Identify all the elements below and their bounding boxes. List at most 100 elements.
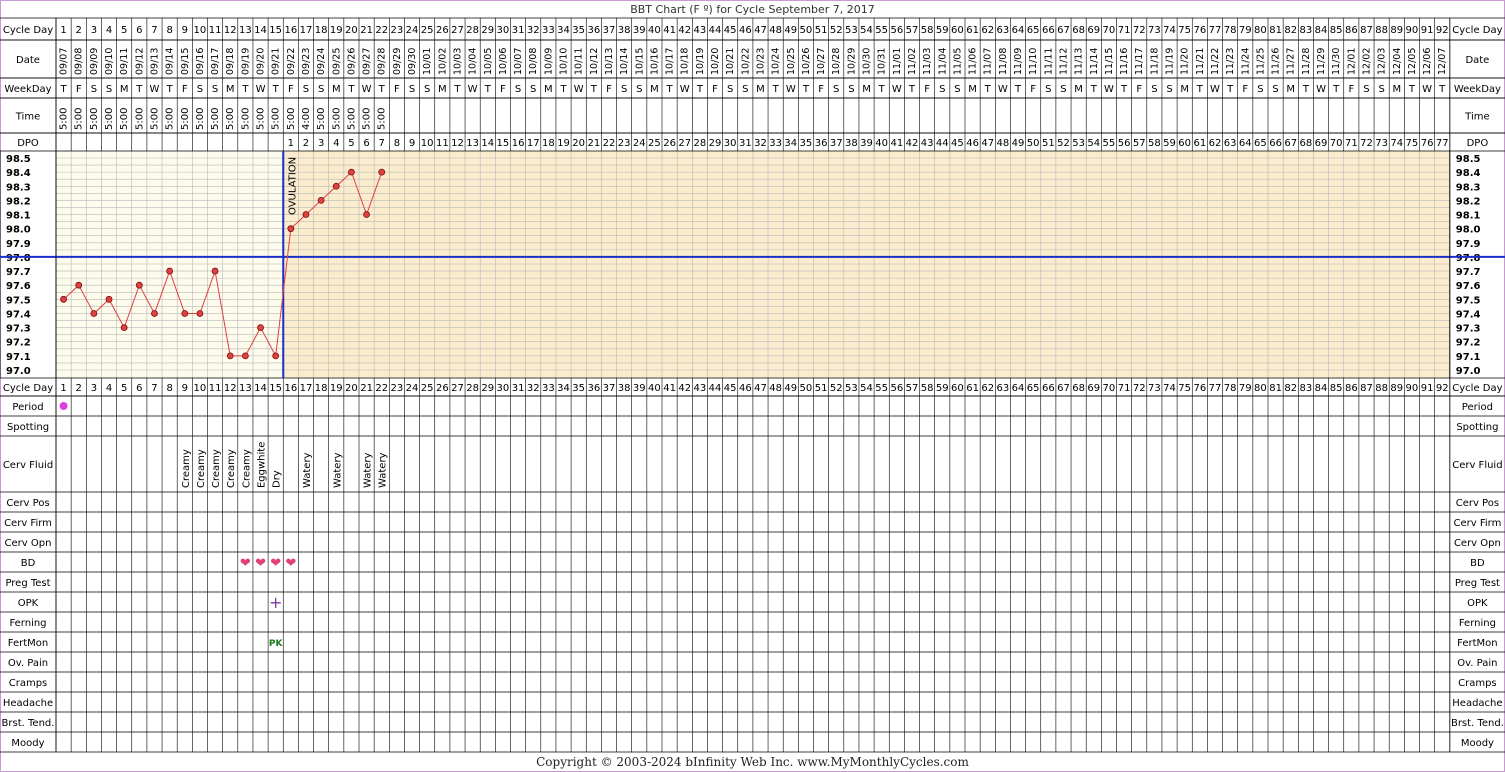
obs-label: Headache bbox=[3, 698, 53, 709]
time-tick: 5:00 bbox=[149, 108, 160, 130]
weekday-tick: F bbox=[1136, 84, 1142, 95]
date-tick: 12/04 bbox=[1392, 48, 1403, 75]
dpo-tick: 62 bbox=[1209, 138, 1222, 149]
dpo-tick: 13 bbox=[466, 138, 479, 149]
date-tick: 10/15 bbox=[634, 48, 645, 75]
cycle-day-number: 17 bbox=[300, 25, 313, 36]
cycle-day-label: Cycle Day bbox=[3, 383, 53, 394]
cycle-day-number: 74 bbox=[1163, 25, 1176, 36]
weekday-tick: F bbox=[924, 84, 930, 95]
weekday-tick: S bbox=[954, 84, 960, 95]
cycle-day-number: 29 bbox=[481, 25, 494, 36]
cycle-day-number: 52 bbox=[830, 383, 843, 394]
date-tick: 09/24 bbox=[316, 48, 327, 75]
date-tick: 10/03 bbox=[452, 48, 463, 75]
cycle-day-number: 72 bbox=[1133, 383, 1146, 394]
cycle-day-number: 71 bbox=[1118, 25, 1131, 36]
dpo-tick: 3 bbox=[318, 138, 324, 149]
cycle-day-number: 13 bbox=[239, 25, 252, 36]
cycle-day-number: 69 bbox=[1087, 383, 1100, 394]
cycle-day-number: 70 bbox=[1103, 25, 1116, 36]
date-tick: 10/23 bbox=[755, 48, 766, 75]
dpo-tick: 24 bbox=[633, 138, 646, 149]
dpo-tick: 14 bbox=[481, 138, 494, 149]
dpo-tick: 63 bbox=[1224, 138, 1237, 149]
cycle-day-number: 68 bbox=[1072, 383, 1085, 394]
cycle-day-number: 46 bbox=[739, 25, 752, 36]
dpo-tick: 70 bbox=[1330, 138, 1343, 149]
cycle-day-number: 78 bbox=[1224, 25, 1237, 36]
cerv-fluid-entry: Creamy bbox=[211, 449, 222, 488]
weekday-tick: M bbox=[226, 84, 235, 95]
weekday-tick: W bbox=[1422, 84, 1432, 95]
weekday-tick: S bbox=[106, 84, 112, 95]
weekday-tick: F bbox=[182, 84, 188, 95]
weekday-tick: F bbox=[500, 84, 506, 95]
dpo-tick: 53 bbox=[1072, 138, 1085, 149]
weekday-tick: F bbox=[1348, 84, 1354, 95]
cycle-day-number: 90 bbox=[1406, 25, 1419, 36]
date-tick: 09/08 bbox=[74, 48, 85, 75]
cycle-day-number: 33 bbox=[542, 25, 555, 36]
weekday-tick: W bbox=[256, 84, 266, 95]
cycle-day-number: 59 bbox=[936, 383, 949, 394]
weekday-tick: T bbox=[453, 84, 461, 95]
cycle-day-number: 57 bbox=[906, 383, 919, 394]
date-tick: 10/13 bbox=[604, 48, 615, 75]
cycle-day-number: 8 bbox=[166, 25, 172, 36]
dpo-tick: 11 bbox=[436, 138, 449, 149]
obs-label-right: BD bbox=[1470, 558, 1485, 569]
cycle-day-number: 11 bbox=[209, 25, 222, 36]
weekday-tick: F bbox=[288, 84, 294, 95]
dpo-tick: 5 bbox=[348, 138, 354, 149]
dpo-tick: 61 bbox=[1193, 138, 1206, 149]
cycle-day-number: 35 bbox=[572, 25, 585, 36]
cerv-fluid-entry: Watery bbox=[332, 452, 343, 488]
ovulation-label: OVULATION bbox=[287, 157, 298, 215]
temperature-point bbox=[60, 295, 67, 303]
y-tick-label-right: 97.7 bbox=[1456, 267, 1481, 278]
cycle-day-number: 79 bbox=[1239, 383, 1252, 394]
cycle-day-number: 66 bbox=[1042, 25, 1055, 36]
dpo-label-right: DPO bbox=[1467, 138, 1489, 149]
dpo-tick: 44 bbox=[936, 138, 949, 149]
weekday-tick: M bbox=[332, 84, 341, 95]
dpo-tick: 47 bbox=[981, 138, 994, 149]
time-tick: 5:00 bbox=[362, 108, 373, 130]
cycle-day-number: 45 bbox=[724, 25, 737, 36]
weekday-tick: T bbox=[166, 84, 174, 95]
time-tick: 5:00 bbox=[346, 108, 357, 130]
temperature-point bbox=[378, 168, 386, 176]
date-tick: 12/02 bbox=[1361, 48, 1372, 75]
dpo-tick: 60 bbox=[1178, 138, 1191, 149]
cycle-day-number: 90 bbox=[1406, 383, 1419, 394]
weekday-tick: F bbox=[394, 84, 400, 95]
cycle-day-number: 43 bbox=[694, 25, 707, 36]
date-tick: 11/30 bbox=[1331, 48, 1342, 75]
cerv-fluid-entry: Creamy bbox=[196, 449, 207, 488]
cycle-day-number: 19 bbox=[330, 25, 343, 36]
cycle-day-number: 31 bbox=[512, 25, 525, 36]
cycle-day-number: 87 bbox=[1360, 25, 1373, 36]
weekday-tick: W bbox=[362, 84, 372, 95]
cycle-day-number: 82 bbox=[1284, 383, 1297, 394]
cycle-day-number: 19 bbox=[330, 383, 343, 394]
dpo-tick: 72 bbox=[1360, 138, 1373, 149]
obs-label-right: Headache bbox=[1452, 698, 1502, 709]
date-tick: 09/29 bbox=[392, 48, 403, 75]
cerv-fluid-entry: Dry bbox=[272, 470, 283, 488]
y-tick-label-right: 97.4 bbox=[1456, 309, 1481, 320]
date-tick: 11/22 bbox=[1210, 48, 1221, 75]
time-tick: 5:00 bbox=[74, 108, 85, 130]
weekday-tick: W bbox=[1316, 84, 1326, 95]
cycle-day-number: 80 bbox=[1254, 25, 1267, 36]
weekday-tick: T bbox=[984, 84, 992, 95]
cycle-day-number: 65 bbox=[1027, 25, 1040, 36]
post-ovulation-area bbox=[283, 151, 1450, 378]
cycle-day-number: 86 bbox=[1345, 383, 1358, 394]
dpo-tick: 9 bbox=[409, 138, 415, 149]
date-tick: 10/30 bbox=[862, 48, 873, 75]
date-tick: 11/14 bbox=[1089, 48, 1100, 75]
temperature-point bbox=[75, 281, 83, 289]
weekday-tick: F bbox=[606, 84, 612, 95]
